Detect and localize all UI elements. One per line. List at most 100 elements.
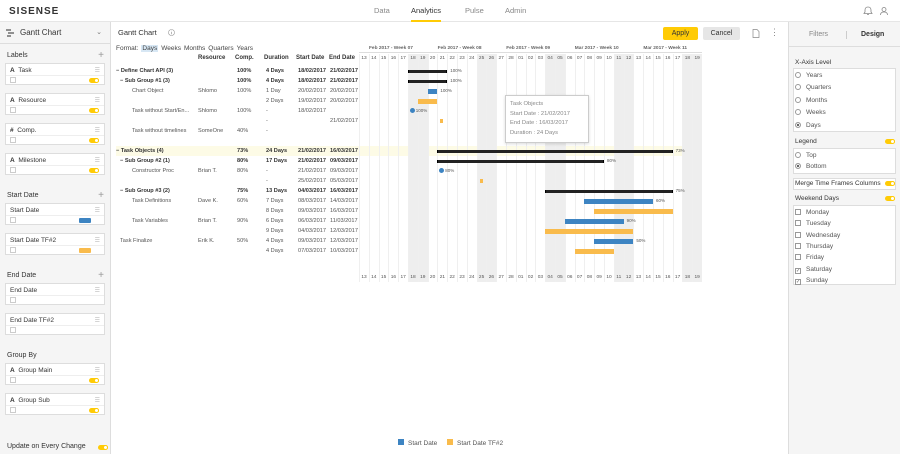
label-pill-milestone[interactable]: A Milestone ☰ bbox=[5, 153, 105, 175]
legend-top-option[interactable]: Top bbox=[795, 152, 816, 159]
label-toggle[interactable] bbox=[89, 78, 99, 83]
legend-start-date[interactable]: Start Date bbox=[398, 439, 437, 447]
menu-icon[interactable]: ☰ bbox=[95, 97, 100, 104]
label-toggle[interactable] bbox=[89, 138, 99, 143]
merge-time-frames-toggle[interactable] bbox=[885, 181, 895, 186]
summary-bar[interactable] bbox=[545, 190, 673, 193]
info-icon[interactable] bbox=[168, 29, 175, 36]
task-bar[interactable] bbox=[564, 219, 624, 224]
summary-bar[interactable] bbox=[408, 70, 448, 73]
nav-pulse[interactable]: Pulse bbox=[465, 0, 484, 22]
label-pill-resource[interactable]: A Resource ☰ bbox=[5, 93, 105, 115]
color-swatch[interactable] bbox=[79, 248, 91, 253]
end-date-pill[interactable]: End Date ☰ bbox=[5, 283, 105, 305]
task-bar[interactable] bbox=[594, 239, 634, 244]
start-date-tf2-pill[interactable]: Start Date TF#2 ☰ bbox=[5, 233, 105, 255]
label-toggle[interactable] bbox=[89, 168, 99, 173]
label-pill-comp[interactable]: # Comp. ☰ bbox=[5, 123, 105, 145]
group-toggle[interactable] bbox=[89, 378, 99, 383]
col-header-start-date[interactable]: Start Date bbox=[296, 55, 324, 61]
menu-icon[interactable]: ☰ bbox=[95, 127, 100, 134]
format-months[interactable]: Months bbox=[184, 45, 205, 52]
add-end-date-icon[interactable]: + bbox=[98, 270, 104, 281]
group-toggle[interactable] bbox=[89, 408, 99, 413]
xaxis-level-label: X-Axis Level bbox=[795, 59, 832, 66]
nav-analytics[interactable]: Analytics bbox=[411, 0, 442, 22]
weekend-day-saturday[interactable]: ✓ Saturday bbox=[795, 266, 832, 274]
xaxis-option-years[interactable]: Years bbox=[795, 72, 822, 79]
bell-icon[interactable] bbox=[863, 6, 873, 16]
nav-admin[interactable]: Admin bbox=[505, 0, 526, 22]
start-date-pill[interactable]: Start Date ☰ bbox=[5, 203, 105, 225]
legend-start-date-tf2[interactable]: Start Date TF#2 bbox=[447, 439, 503, 447]
widget-type-selector[interactable]: Gantt Chart ⌄ bbox=[0, 22, 110, 44]
xaxis-option-days[interactable]: Days bbox=[795, 121, 821, 129]
end-date-tf2-pill[interactable]: End Date TF#2 ☰ bbox=[5, 313, 105, 335]
tab-design[interactable]: Design bbox=[861, 31, 884, 38]
menu-icon[interactable]: ☰ bbox=[95, 367, 100, 374]
update-on-change-toggle[interactable] bbox=[98, 445, 108, 450]
summary-bar[interactable] bbox=[437, 150, 673, 153]
weekend-day-tuesday[interactable]: Tuesday bbox=[795, 220, 831, 227]
label-toggle[interactable] bbox=[89, 108, 99, 113]
col-header-duration[interactable]: Duration bbox=[264, 55, 289, 61]
label-pill-task[interactable]: A Task ☰ bbox=[5, 63, 105, 85]
summary-bar[interactable] bbox=[437, 160, 604, 163]
weekend-day-friday[interactable]: Friday bbox=[795, 254, 824, 261]
widget-title[interactable]: Gantt Chart bbox=[118, 28, 157, 37]
nav-data[interactable]: Data bbox=[374, 0, 390, 22]
menu-icon[interactable]: ☰ bbox=[95, 207, 100, 214]
milestone-marker[interactable] bbox=[439, 168, 445, 173]
cancel-button[interactable]: Cancel bbox=[703, 27, 740, 40]
tab-filters[interactable]: Filters bbox=[809, 31, 828, 38]
add-start-date-icon[interactable]: + bbox=[98, 190, 104, 201]
weekend-days-toggle[interactable] bbox=[885, 196, 895, 201]
xaxis-option-weeks[interactable]: Weeks bbox=[795, 109, 826, 116]
color-swatch[interactable] bbox=[79, 218, 91, 223]
comp-cell: 50% bbox=[237, 238, 249, 244]
group-main-pill[interactable]: A Group Main ☰ bbox=[5, 363, 105, 385]
menu-icon[interactable]: ☰ bbox=[95, 397, 100, 404]
xaxis-option-months[interactable]: Months bbox=[795, 96, 827, 104]
legend-bottom-option[interactable]: Bottom bbox=[795, 163, 827, 170]
group-sub-pill[interactable]: A Group Sub ☰ bbox=[5, 393, 105, 415]
export-icon[interactable] bbox=[752, 29, 760, 38]
comp-cell: 80% bbox=[237, 158, 249, 164]
weekend-day-monday[interactable]: Monday bbox=[795, 209, 829, 216]
summary-bar[interactable] bbox=[408, 80, 448, 83]
col-header-resource[interactable]: Resource bbox=[198, 55, 225, 61]
format-days[interactable]: Days bbox=[141, 45, 159, 52]
legend-toggle[interactable] bbox=[885, 139, 895, 144]
resource-cell: SomeOne bbox=[198, 128, 224, 134]
menu-icon[interactable]: ☰ bbox=[95, 317, 100, 324]
user-icon[interactable] bbox=[879, 6, 889, 16]
start-date-cell: 06/03/2017 bbox=[298, 218, 326, 224]
menu-icon[interactable]: ☰ bbox=[95, 67, 100, 74]
add-label-icon[interactable]: + bbox=[98, 50, 104, 61]
tooltip-duration: Duration : 24 Days bbox=[510, 129, 559, 136]
col-header-comp[interactable]: Comp. bbox=[235, 55, 254, 61]
menu-icon[interactable]: ☰ bbox=[95, 237, 100, 244]
format-weeks[interactable]: Weeks bbox=[161, 45, 181, 52]
format-years[interactable]: Years bbox=[237, 45, 253, 52]
col-header-end-date[interactable]: End Date bbox=[329, 55, 355, 61]
milestone-marker[interactable] bbox=[410, 108, 415, 113]
task-bar[interactable] bbox=[584, 199, 653, 204]
format-quarters[interactable]: Quarters bbox=[208, 45, 233, 52]
menu-icon[interactable]: ☰ bbox=[95, 157, 100, 164]
xaxis-option-quarters[interactable]: Quarters bbox=[795, 84, 831, 91]
task-bar[interactable] bbox=[427, 89, 438, 94]
weekend-day-wednesday[interactable]: Wednesday bbox=[795, 231, 840, 239]
milestone-dot[interactable] bbox=[440, 119, 444, 123]
weekend-column bbox=[623, 54, 634, 282]
task-bar[interactable] bbox=[545, 229, 634, 234]
more-options-icon[interactable]: ⋮ bbox=[770, 27, 779, 38]
task-bar[interactable] bbox=[574, 249, 614, 254]
milestone-dot[interactable] bbox=[479, 179, 483, 183]
weekend-day-sunday[interactable]: ✓ Sunday bbox=[795, 277, 828, 285]
weekend-day-thursday[interactable]: Thursday bbox=[795, 242, 833, 250]
apply-button[interactable]: Apply bbox=[663, 27, 698, 40]
task-bar[interactable] bbox=[594, 209, 673, 214]
task-bar[interactable] bbox=[417, 99, 438, 104]
menu-icon[interactable]: ☰ bbox=[95, 287, 100, 294]
